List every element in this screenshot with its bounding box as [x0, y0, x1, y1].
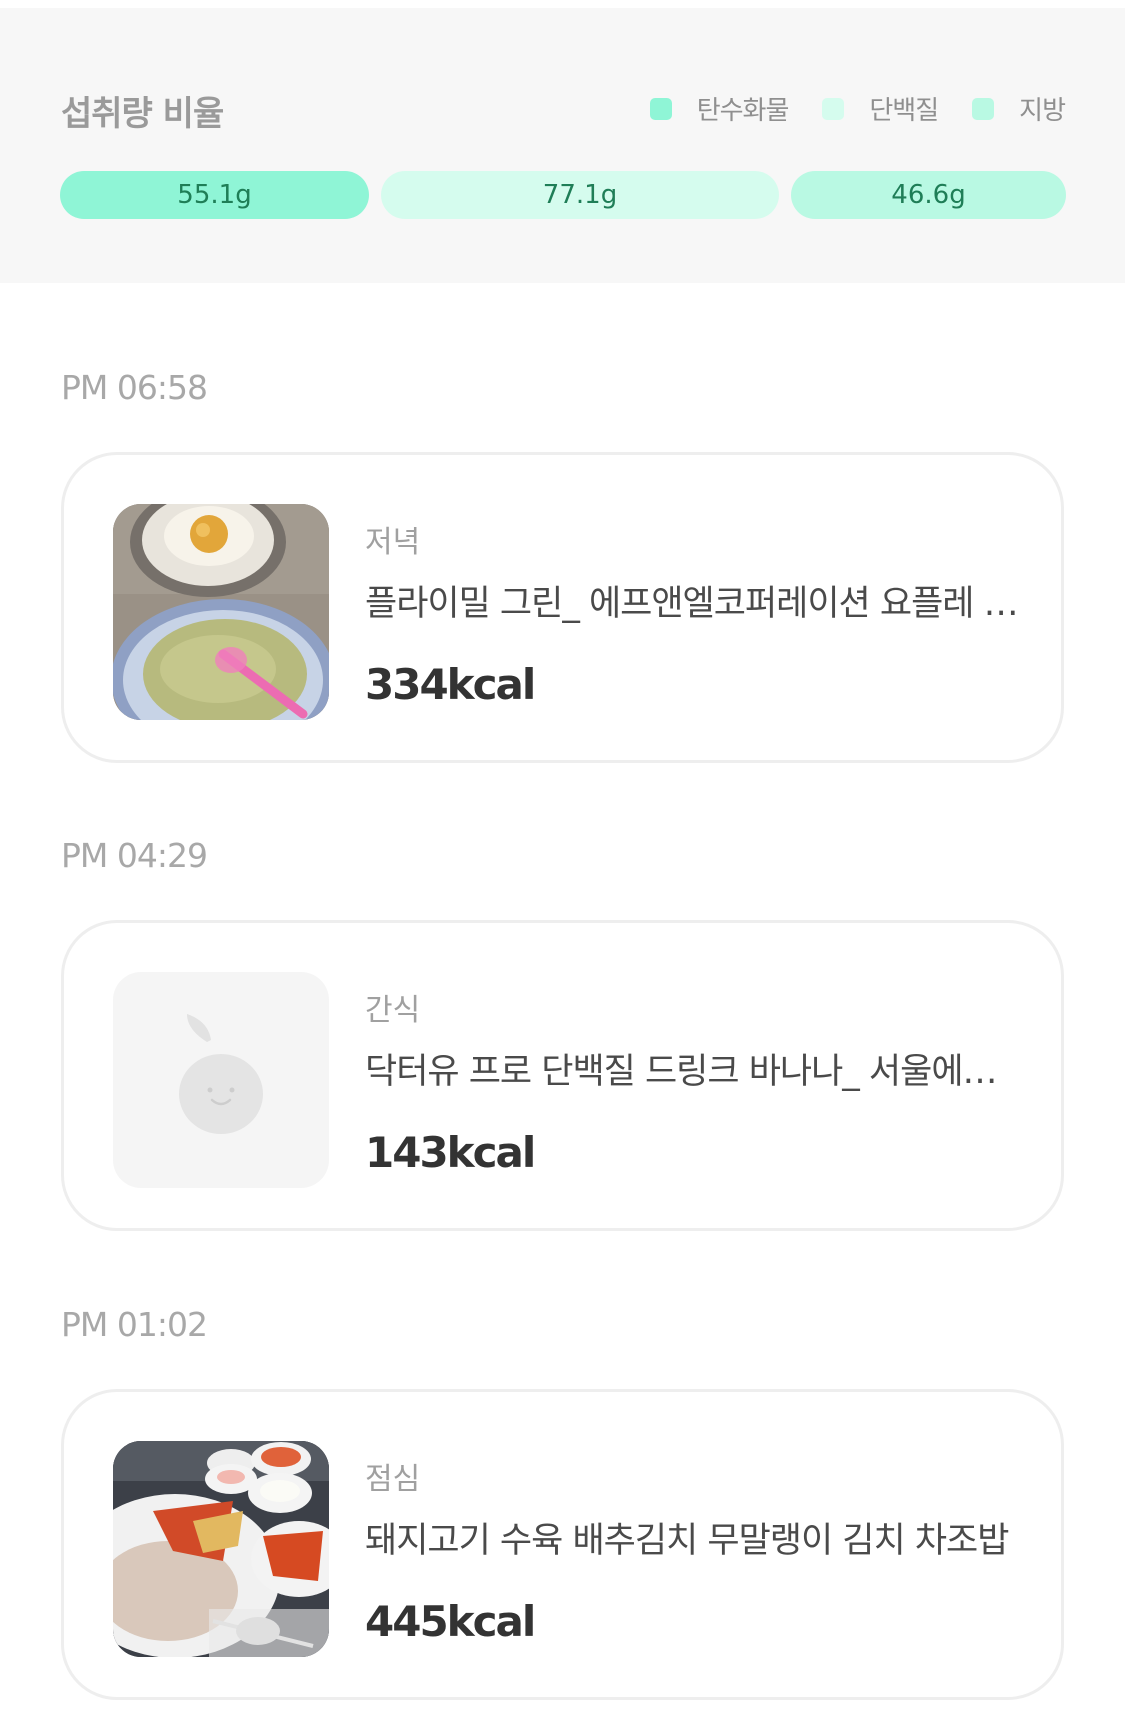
meal-time: PM 04:29: [61, 836, 208, 875]
food-photo-pork-and-kimchi: [113, 1441, 329, 1657]
meal-card-snack[interactable]: 간식 닥터유 프로 단백질 드링크 바나나_ 서울에프엔비 143kcal: [61, 920, 1064, 1231]
macro-bar-protein: 77.1g: [381, 171, 779, 219]
meal-photo: [113, 504, 329, 720]
meal-time: PM 06:58: [61, 368, 208, 407]
meal-photo-placeholder: [113, 972, 329, 1188]
meal-card-lunch[interactable]: 점심 돼지고기 수육 배추김치 무말랭이 김치 차조밥 445kcal: [61, 1389, 1064, 1700]
legend-swatch-carbs: [649, 97, 672, 120]
intake-ratio-panel: 섭취량 비율 탄수화물 단백질 지방 55.1g 77.1g 46.6g: [0, 8, 1125, 283]
meal-kcal: 445kcal: [365, 1597, 536, 1646]
meal-type: 점심: [365, 1462, 421, 1497]
apple-icon: [179, 1014, 263, 1134]
food-photo-eggs-and-green-shake: [113, 504, 329, 720]
legend-swatch-fat: [972, 97, 995, 120]
intake-title: 섭취량 비율: [61, 94, 224, 134]
meal-type: 저녁: [365, 525, 421, 560]
meal-name: 플라이밀 그린_ 에프앤엘코퍼레이션 요플레 플레인: [365, 584, 1025, 624]
legend-item-carbs: 탄수화물: [649, 90, 790, 127]
legend-swatch-protein: [822, 97, 845, 120]
legend-item-protein: 단백질: [822, 90, 939, 127]
legend-item-fat: 지방: [972, 90, 1066, 127]
macro-legend: 탄수화물 단백질 지방: [616, 90, 1066, 127]
meal-kcal: 143kcal: [365, 1128, 536, 1177]
legend-label-protein: 단백질: [869, 96, 939, 126]
meal-photo: [113, 1441, 329, 1657]
legend-label-carbs: 탄수화물: [696, 96, 790, 126]
meal-card-dinner[interactable]: 저녁 플라이밀 그린_ 에프앤엘코퍼레이션 요플레 플레인 334kcal: [61, 452, 1064, 763]
macro-bar-carbs: 55.1g: [60, 171, 369, 219]
macro-bar-fat: 46.6g: [791, 171, 1066, 219]
meal-name: 닥터유 프로 단백질 드링크 바나나_ 서울에프엔비: [365, 1052, 1025, 1092]
meal-kcal: 334kcal: [365, 660, 536, 709]
meal-type: 간식: [365, 993, 421, 1028]
legend-label-fat: 지방: [1019, 96, 1066, 126]
meal-name: 돼지고기 수육 배추김치 무말랭이 김치 차조밥: [365, 1521, 1009, 1561]
meal-time: PM 01:02: [61, 1305, 208, 1344]
